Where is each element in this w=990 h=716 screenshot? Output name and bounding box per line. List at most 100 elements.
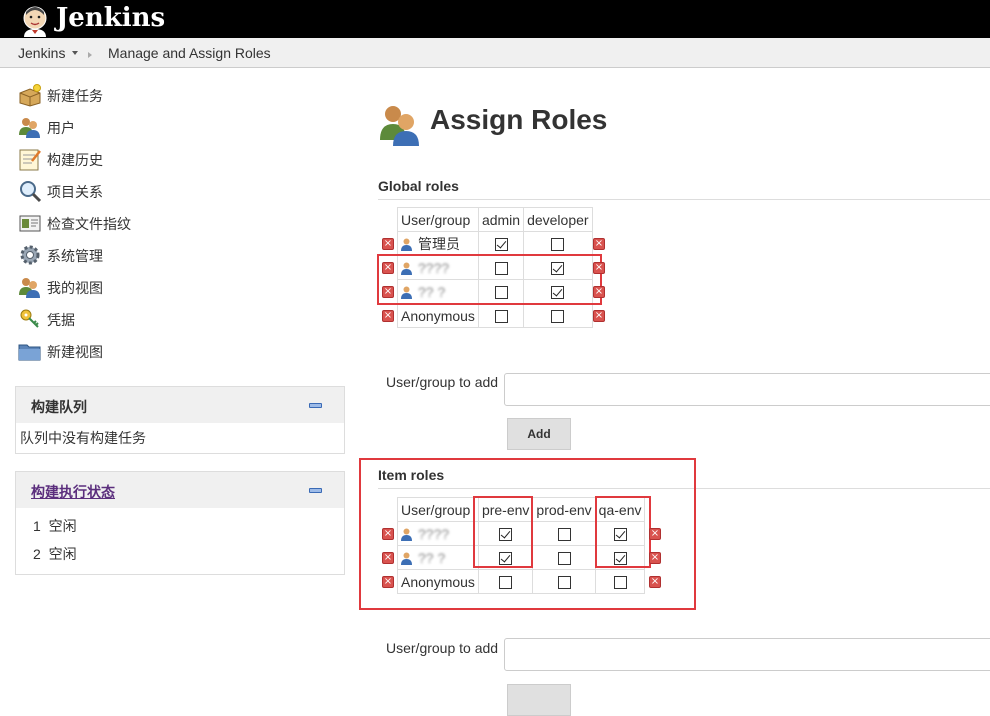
global-user-input[interactable] (504, 373, 990, 406)
sidebar-item-credentials[interactable]: 凭据 (18, 307, 218, 331)
user-name: Anonymous (401, 307, 475, 324)
sidebar-item-label: 凭据 (47, 312, 75, 328)
user-cell: Anonymous (397, 303, 479, 328)
role-cell (532, 569, 596, 594)
sidebar-item-label: 新建任务 (47, 88, 103, 104)
collapse-icon[interactable] (309, 488, 322, 493)
user-name: Anonymous (401, 573, 475, 590)
app-name[interactable]: Jenkins (56, 1, 165, 35)
column-header: pre-env (477, 497, 534, 522)
delete-icon[interactable]: × (649, 552, 661, 564)
executors-list: 1 空闲 2 空闲 (16, 508, 344, 574)
user-cell: ?? ? (397, 279, 479, 304)
executor-status: 空闲 (48, 518, 77, 534)
user-icon (401, 238, 412, 252)
delete-icon[interactable]: × (382, 238, 394, 250)
role-cell (532, 545, 596, 570)
breadcrumb-root[interactable]: Jenkins (18, 45, 65, 61)
collapse-icon[interactable] (309, 403, 322, 408)
column-header: developer (523, 207, 593, 232)
table-header-row: User/group pre-env prod-env qa-env (397, 497, 646, 522)
delete-icon[interactable]: × (382, 310, 394, 322)
new-package-icon (19, 84, 41, 107)
delete-icon[interactable]: × (593, 286, 605, 298)
role-checkbox[interactable] (499, 528, 513, 542)
role-checkbox[interactable] (494, 262, 508, 276)
section-divider (378, 488, 990, 489)
sidebar-item-new-job[interactable]: 新建任务 (18, 83, 218, 107)
jenkins-logo-icon[interactable] (18, 3, 52, 37)
sidebar-item-new-view[interactable]: 新建视图 (18, 339, 218, 363)
table-row: ???? (397, 521, 646, 546)
role-cell (523, 231, 593, 256)
user-cell: ???? (397, 521, 479, 546)
executors-pane: 构建执行状态 1 空闲 2 空闲 (15, 471, 345, 575)
sidebar-item-label: 新建视图 (47, 344, 103, 360)
role-cell (523, 279, 593, 304)
table-header-row: User/group admin developer (397, 207, 593, 232)
column-header: admin (477, 207, 525, 232)
add-user-label: User/group to add (386, 374, 499, 390)
role-checkbox[interactable] (494, 310, 508, 324)
users-icon (19, 118, 40, 138)
add-item-user-button[interactable] (507, 684, 571, 716)
role-checkbox[interactable] (557, 528, 571, 542)
sidebar-item-my-views[interactable]: 我的视图 (18, 275, 218, 299)
sidebar-item-fingerprint[interactable]: 检查文件指纹 (18, 211, 218, 235)
chevron-down-icon[interactable] (72, 51, 78, 55)
breadcrumb-separator-icon (88, 52, 92, 58)
sidebar-item-label: 构建历史 (47, 152, 103, 168)
delete-icon[interactable]: × (382, 528, 394, 540)
role-checkbox[interactable] (551, 262, 565, 276)
role-checkbox[interactable] (557, 552, 571, 566)
role-checkbox[interactable] (557, 576, 571, 590)
build-queue-empty: 队列中没有构建任务 (20, 430, 146, 446)
role-checkbox[interactable] (613, 552, 627, 566)
sidebar-item-label: 项目关系 (47, 184, 103, 200)
delete-icon[interactable]: × (382, 262, 394, 274)
table-row: ?? ? (397, 545, 646, 570)
delete-icon[interactable]: × (593, 310, 605, 322)
delete-icon[interactable]: × (593, 262, 605, 274)
delete-icon[interactable]: × (382, 576, 394, 588)
sidebar-item-users[interactable]: 用户 (18, 115, 218, 139)
delete-icon[interactable]: × (593, 238, 605, 250)
role-checkbox[interactable] (551, 286, 565, 300)
sidebar-item-manage[interactable]: 系统管理 (18, 243, 218, 267)
breadcrumb-current[interactable]: Manage and Assign Roles (108, 45, 271, 61)
sidebar-item-build-history[interactable]: 构建历史 (18, 147, 218, 171)
user-cell: 管理员 (397, 231, 479, 256)
keys-icon (20, 309, 39, 328)
column-header: qa-env (594, 497, 646, 522)
role-checkbox[interactable] (613, 528, 627, 542)
delete-icon[interactable]: × (382, 286, 394, 298)
role-checkbox[interactable] (499, 552, 513, 566)
add-global-user-button[interactable]: Add (507, 418, 571, 450)
role-cell (523, 303, 593, 328)
role-checkbox[interactable] (499, 576, 513, 590)
user-icon (401, 262, 412, 276)
executor-status: 空闲 (48, 546, 77, 562)
delete-icon[interactable]: × (649, 528, 661, 540)
sidebar-item-project-relationship[interactable]: 项目关系 (18, 179, 218, 203)
user-cell: Anonymous (397, 569, 479, 594)
role-checkbox[interactable] (551, 310, 565, 324)
user-icon (401, 286, 412, 300)
item-user-input[interactable] (504, 638, 990, 671)
sidebar-item-label: 系统管理 (47, 248, 103, 264)
sidebar-item-label: 我的视图 (47, 280, 103, 296)
role-cell (594, 545, 646, 570)
user-name: ?? ? (418, 549, 446, 566)
role-checkbox[interactable] (613, 576, 627, 590)
users-icon (380, 106, 419, 146)
folder-icon (18, 344, 41, 361)
user-cell: ?? ? (397, 545, 479, 570)
table-row: Anonymous (397, 303, 593, 328)
executors-title[interactable]: 构建执行状态 (31, 482, 115, 502)
role-checkbox[interactable] (494, 238, 508, 252)
role-checkbox[interactable] (551, 238, 565, 252)
role-cell (477, 303, 525, 328)
delete-icon[interactable]: × (649, 576, 661, 588)
delete-icon[interactable]: × (382, 552, 394, 564)
role-checkbox[interactable] (494, 286, 508, 300)
